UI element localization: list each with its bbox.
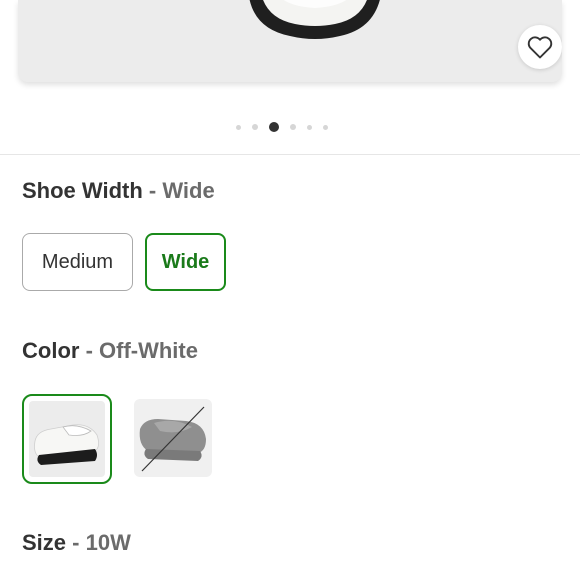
carousel-indicator [236,122,328,132]
color-separator: - [79,338,100,363]
color-selected: Off-White [99,338,198,363]
size-selected: 10W [85,530,131,555]
size-separator: - [66,530,86,555]
color-heading: Color - Off-White [22,338,198,364]
carousel-dot[interactable] [323,124,328,130]
favorite-button[interactable] [518,25,562,69]
color-swatch-gray-unavailable[interactable] [134,399,212,477]
carousel-dot[interactable] [307,124,312,130]
size-heading: Size - 10W [22,530,131,556]
size-label: Size [22,530,67,555]
color-label: Color [22,338,80,363]
heart-outline-icon [527,36,553,59]
shoe-width-selected: Wide [162,178,215,203]
shoe-width-label: Shoe Width [22,178,143,203]
shoe-width-separator: - [142,178,163,203]
off-white-loafer-image [34,424,99,465]
product-image[interactable] [18,0,562,82]
divider [0,154,580,155]
shoe-width-heading: Shoe Width - Wide [22,178,215,204]
carousel-dot-active[interactable] [269,122,279,132]
product-shoe-image [249,0,380,39]
color-swatch-off-white[interactable] [22,394,112,484]
carousel-dot[interactable] [290,124,296,130]
swatch-image [29,401,105,477]
carousel-dot[interactable] [236,124,241,130]
carousel-dot[interactable] [252,124,258,130]
width-option-wide[interactable]: Wide [145,233,226,291]
gray-loafer-image [139,406,206,472]
width-option-medium[interactable]: Medium [22,233,133,291]
